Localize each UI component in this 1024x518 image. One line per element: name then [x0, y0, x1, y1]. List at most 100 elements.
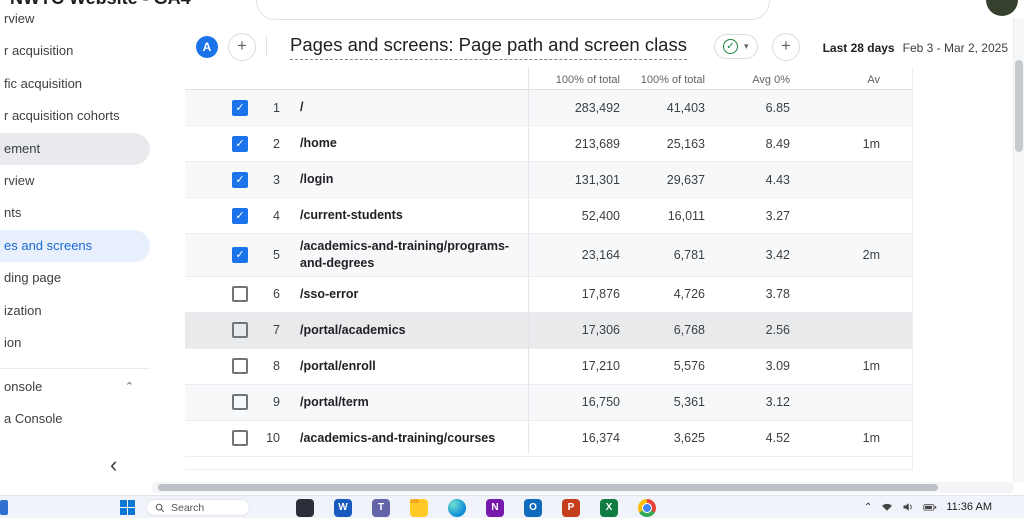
sidebar-item[interactable]: ement: [0, 133, 150, 165]
row-number: 2: [248, 137, 280, 151]
chrome-icon[interactable]: [638, 499, 656, 517]
sidebar-collapse-button[interactable]: ‹: [110, 452, 117, 478]
onenote-icon[interactable]: N: [486, 499, 504, 517]
engagement-time-value: 1m: [790, 137, 880, 151]
row-number: 7: [248, 323, 280, 337]
row-number: 1: [248, 101, 280, 115]
horizontal-scrollbar-thumb[interactable]: [158, 484, 938, 491]
row-checkbox[interactable]: [232, 358, 248, 374]
file-explorer-icon[interactable]: [410, 499, 428, 517]
table-row: ✓2/home213,68925,1638.491m: [185, 126, 912, 162]
taskbar: Search W T N O P X ⌃ 11:36 AM: [0, 495, 1024, 518]
row-number: 3: [248, 173, 280, 187]
page-path-cell: /academics-and-training/courses: [300, 426, 520, 451]
header-separator: [266, 36, 267, 57]
sidebar-item[interactable]: a Console: [0, 403, 150, 435]
vertical-scrollbar-thumb[interactable]: [1015, 60, 1023, 152]
sidebar-item[interactable]: rview: [0, 165, 150, 197]
views-value: 17,306: [520, 323, 620, 337]
views-per-user-value: 4.43: [705, 173, 790, 187]
report-title[interactable]: Pages and screens: Page path and screen …: [290, 34, 687, 60]
active-users-value: 3,625: [620, 431, 705, 445]
add-comparison-button[interactable]: +: [228, 33, 256, 61]
table-row: 7/portal/academics17,3066,7682.56: [185, 313, 912, 349]
views-per-user-value: 8.49: [705, 137, 790, 151]
engagement-time-value: 2m: [790, 248, 880, 262]
page-path-cell: /portal/academics: [300, 318, 520, 343]
active-users-value: 5,576: [620, 359, 705, 373]
add-report-button[interactable]: +: [772, 33, 800, 61]
row-checkbox[interactable]: [232, 322, 248, 338]
views-per-user-value: 3.27: [705, 209, 790, 223]
property-title[interactable]: NWTC Website - GA4: [10, 0, 191, 9]
views-value: 16,750: [520, 395, 620, 409]
views-value: 131,301: [520, 173, 620, 187]
taskbar-search[interactable]: Search: [146, 499, 250, 516]
row-checkbox[interactable]: [232, 394, 248, 410]
views-subheader: 100% of total: [520, 74, 620, 86]
excel-icon[interactable]: X: [600, 499, 618, 517]
sidebar-item[interactable]: r acquisition: [0, 35, 150, 67]
sidebar-item[interactable]: nts: [0, 197, 150, 229]
user-avatar[interactable]: [986, 0, 1018, 16]
engagement-time-value: 1m: [790, 359, 880, 373]
sidebar-item[interactable]: onsole⌃: [0, 371, 150, 403]
table-row: ✓1/283,49241,4036.85: [185, 90, 912, 126]
views-value: 23,164: [520, 248, 620, 262]
date-range-value: Feb 3 - Mar 2, 2025: [903, 41, 1008, 55]
wifi-icon[interactable]: [881, 501, 893, 513]
table-row: 10/academics-and-training/courses16,3743…: [185, 421, 912, 457]
row-checkbox[interactable]: [232, 430, 248, 446]
active-users-value: 41,403: [620, 101, 705, 115]
views-value: 17,876: [520, 287, 620, 301]
terminal-icon[interactable]: [296, 499, 314, 517]
tray-chevron-up-icon[interactable]: ⌃: [864, 502, 872, 513]
sidebar-item[interactable]: r acquisition cohorts: [0, 100, 150, 132]
column-divider: [528, 68, 529, 454]
outlook-icon[interactable]: O: [524, 499, 542, 517]
volume-icon[interactable]: [902, 501, 914, 513]
comparison-badge[interactable]: A: [196, 36, 218, 58]
report-status-dropdown[interactable]: ✓ ▾: [714, 34, 758, 59]
taskbar-corner-icon[interactable]: [0, 500, 8, 515]
edge-icon[interactable]: [448, 499, 466, 517]
search-icon: [155, 503, 165, 513]
teams-icon[interactable]: T: [372, 499, 390, 517]
taskbar-clock[interactable]: 11:36 AM: [946, 501, 992, 513]
page-path-cell: /login: [300, 167, 520, 192]
table-row: ✓3/login131,30129,6374.43: [185, 162, 912, 198]
page-path-cell: /sso-error: [300, 282, 520, 307]
views-per-user-value: 3.09: [705, 359, 790, 373]
caret-down-icon: ▾: [744, 41, 749, 52]
views-per-user-value: 3.12: [705, 395, 790, 409]
word-icon[interactable]: W: [334, 499, 352, 517]
row-checkbox[interactable]: ✓: [232, 208, 248, 224]
battery-icon[interactable]: [923, 501, 937, 513]
page-path-cell: /: [300, 95, 520, 120]
system-tray: ⌃ 11:36 AM: [864, 496, 992, 518]
taskbar-search-label: Search: [171, 502, 204, 514]
row-checkbox[interactable]: ✓: [232, 100, 248, 116]
table-row: 6/sso-error17,8764,7263.78: [185, 277, 912, 313]
row-checkbox[interactable]: ✓: [232, 172, 248, 188]
powerpoint-icon[interactable]: P: [562, 499, 580, 517]
sidebar-item[interactable]: ding page: [0, 262, 150, 294]
views-per-user-value: 3.42: [705, 248, 790, 262]
windows-start-button[interactable]: [120, 500, 135, 515]
row-checkbox[interactable]: ✓: [232, 247, 248, 263]
horizontal-scrollbar[interactable]: [152, 482, 1014, 493]
sidebar-item[interactable]: ion: [0, 327, 150, 359]
table-row: 8/portal/enroll17,2105,5763.091m: [185, 349, 912, 385]
search-input[interactable]: [256, 0, 770, 20]
views-per-user-value: 6.85: [705, 101, 790, 115]
table-row: ✓4/current-students52,40016,0113.27: [185, 198, 912, 234]
sidebar-item[interactable]: es and screens: [0, 230, 150, 262]
row-checkbox[interactable]: [232, 286, 248, 302]
date-range-picker[interactable]: Last 28 days Feb 3 - Mar 2, 2025: [823, 41, 1008, 55]
row-number: 5: [248, 248, 280, 262]
date-range-label: Last 28 days: [823, 41, 895, 55]
vertical-scrollbar[interactable]: [1013, 18, 1024, 482]
sidebar-item[interactable]: ization: [0, 295, 150, 327]
row-checkbox[interactable]: ✓: [232, 136, 248, 152]
sidebar-item[interactable]: fic acquisition: [0, 68, 150, 100]
